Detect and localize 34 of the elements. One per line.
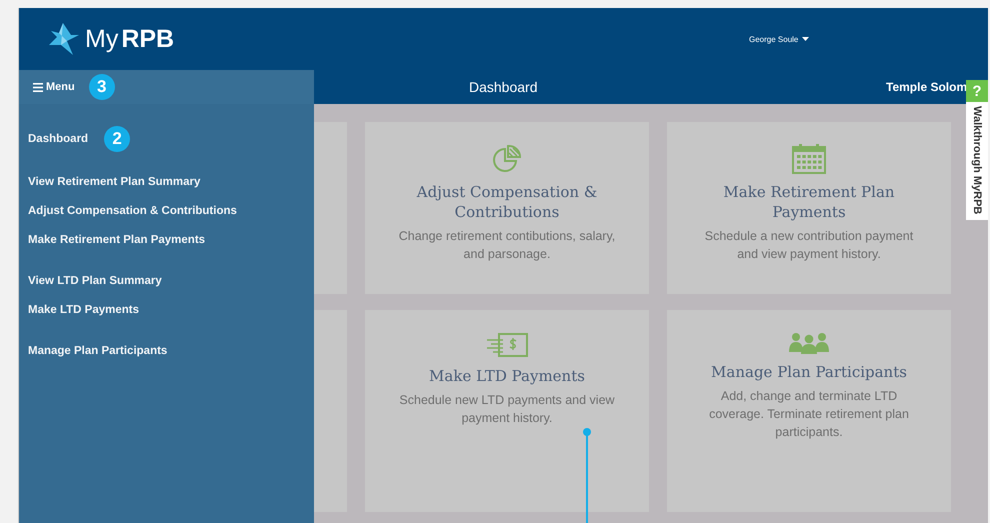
page-title: Dashboard	[469, 79, 538, 95]
sidebar-item[interactable]: View Retirement Plan Summary	[28, 176, 200, 188]
card-title: Make LTD Payments	[428, 366, 586, 386]
cash-icon	[485, 332, 529, 358]
walkthrough-tab[interactable]: ? Walkthrough MyRPB	[966, 80, 988, 220]
card-description: Change retirement contibutions, salary, and parsonage.	[398, 228, 616, 263]
calendar-icon	[792, 144, 826, 174]
dashboard-card[interactable]: Manage Plan Participants Add, change and terminate LTD coverage. Terminate retirement plan participants.	[667, 310, 951, 512]
callout-badge: 2	[104, 126, 130, 152]
callout-badge: 3	[88, 74, 115, 100]
organization-name: Temple Solom	[886, 80, 968, 94]
menu-button[interactable]: Menu	[33, 81, 75, 93]
pie-chart-icon	[491, 144, 523, 174]
sidebar-item[interactable]: Dashboard	[28, 132, 88, 144]
card-description: Schedule a new contribution payment and view payment history.	[704, 228, 914, 263]
card-title: Manage Plan Participants	[710, 362, 908, 382]
sidebar-item[interactable]: Manage Plan Participants	[28, 344, 168, 356]
sidebar-item[interactable]: Make Retirement Plan Payments	[28, 234, 206, 246]
dashboard-card[interactable]: Make Retirement Plan Payments Schedule a new contribution payment and view payment history.	[667, 122, 951, 294]
group-of-people-icon	[789, 332, 829, 354]
user-menu[interactable]: George Soule	[749, 35, 810, 44]
sidebar-item[interactable]: View LTD Plan Summary	[28, 274, 162, 286]
sidebar-item[interactable]: Adjust Compensation & Contributions	[28, 204, 237, 216]
walkthrough-label: Walkthrough MyRPB	[971, 105, 983, 214]
logo-text[interactable]: MyRPB	[85, 24, 174, 54]
dashboard-card[interactable]: Adjust Compensation & Contributions Change retirement contibutions, salary, and parsonage.	[365, 122, 649, 294]
sidebar-item[interactable]: Make LTD Payments	[28, 304, 139, 316]
card-description: Schedule new LTD payments and view payment history.	[398, 392, 616, 427]
caret-icon	[802, 37, 810, 42]
card-title: Adjust Compensation & Contributions	[416, 182, 598, 222]
card-title: Make Retirement Plan Payments	[722, 182, 896, 222]
menu-icon	[33, 82, 43, 92]
card-description: Add, change and terminate LTD coverage. Terminate retirement plan participants.	[708, 388, 910, 441]
help-icon: ?	[966, 80, 988, 102]
